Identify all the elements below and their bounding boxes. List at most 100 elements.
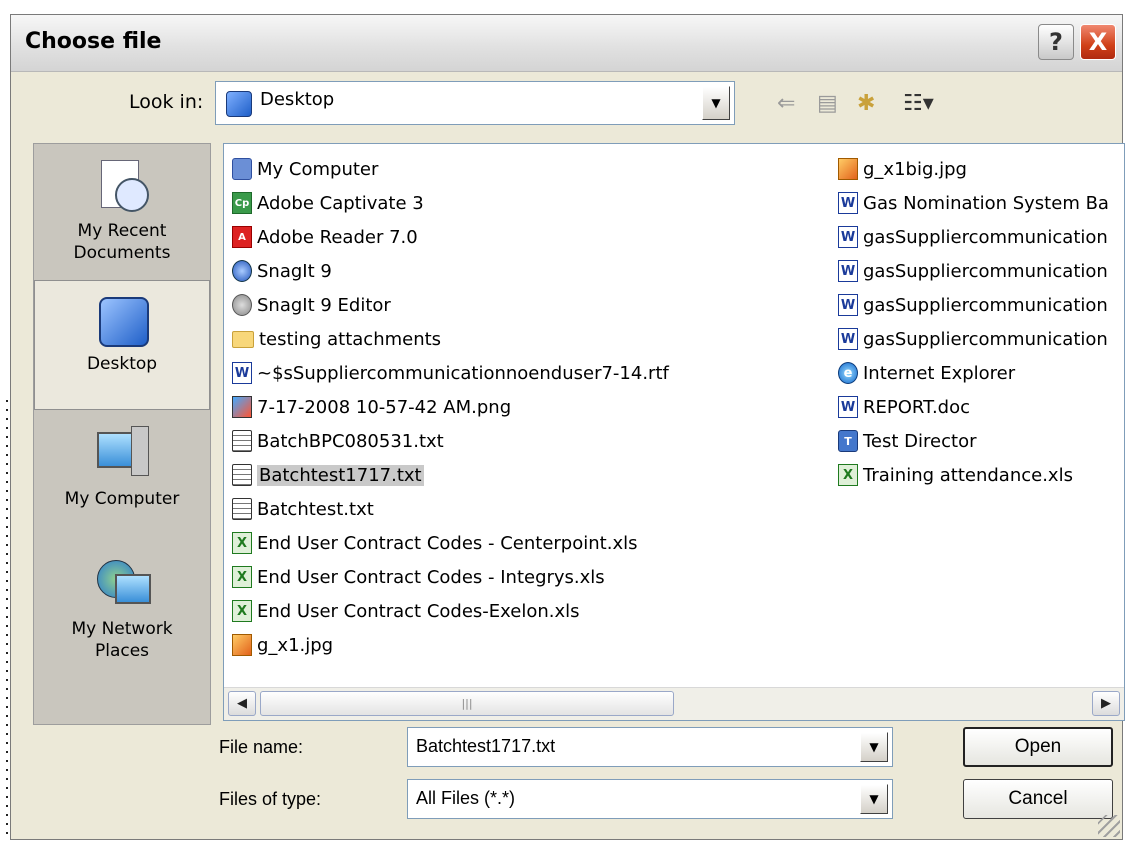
places-bar: My Recent Documents Desktop My Computer …: [33, 143, 211, 725]
file-name: BatchBPC080531.txt: [257, 430, 444, 452]
view-menu-icon[interactable]: ☷▾: [903, 91, 934, 116]
file-list-item[interactable]: Batchtest.txt: [232, 492, 669, 526]
file-name-label: File name:: [219, 737, 304, 757]
dialog-title: Choose file: [25, 29, 162, 54]
pdf-file-icon: A: [232, 226, 252, 248]
file-list-item[interactable]: SnagIt 9: [232, 254, 669, 288]
up-folder-icon[interactable]: ▤: [817, 91, 838, 116]
png-file-icon: [232, 396, 252, 418]
txt-file-icon: [232, 464, 252, 486]
word-file-icon: W: [838, 328, 858, 350]
files-of-type-value: All Files (*.*): [416, 788, 516, 808]
file-list-item[interactable]: g_x1big.jpg: [838, 152, 1109, 186]
look-in-dropdown-button[interactable]: ▼: [702, 86, 730, 120]
file-list-item[interactable]: g_x1.jpg: [232, 628, 669, 662]
place-my-computer[interactable]: My Computer: [34, 416, 210, 546]
desktop-icon: [226, 91, 252, 117]
arrow-left-icon: ◀: [237, 696, 247, 711]
file-list-item[interactable]: WgasSuppliercommunication: [838, 322, 1109, 356]
file-list-item[interactable]: 7-17-2008 10-57-42 AM.png: [232, 390, 669, 424]
xls-file-icon: X: [232, 566, 252, 588]
file-name: gasSuppliercommunication: [863, 328, 1108, 350]
file-name: SnagIt 9 Editor: [257, 294, 391, 316]
resize-grip-icon[interactable]: [1098, 815, 1120, 837]
file-list-item[interactable]: X End User Contract Codes-Exelon.xls: [232, 594, 669, 628]
look-in-label: Look in:: [129, 91, 204, 113]
file-list-item[interactable]: BatchBPC080531.txt: [232, 424, 669, 458]
file-name: 7-17-2008 10-57-42 AM.png: [257, 396, 512, 418]
network-places-icon: [93, 556, 151, 614]
comp-file-icon: [232, 158, 252, 180]
open-button[interactable]: Open: [963, 727, 1113, 767]
xls-file-icon: X: [232, 532, 252, 554]
close-button[interactable]: X: [1080, 24, 1116, 60]
file-list-item[interactable]: Cp Adobe Captivate 3: [232, 186, 669, 220]
file-name: Test Director: [863, 430, 977, 452]
help-button[interactable]: ?: [1038, 24, 1074, 60]
file-list-item[interactable]: A Adobe Reader 7.0: [232, 220, 669, 254]
place-desktop[interactable]: Desktop: [34, 280, 210, 410]
file-column-right: g_x1big.jpg W Gas Nomination System Ba Wgas…: [838, 152, 1109, 492]
file-list-item[interactable]: T Test Director: [838, 424, 1109, 458]
file-name: Internet Explorer: [863, 362, 1016, 384]
file-list-item[interactable]: WgasSuppliercommunication: [838, 254, 1109, 288]
recent-documents-icon: [93, 158, 151, 216]
file-name: g_x1.jpg: [257, 634, 334, 656]
file-name: End User Contract Codes - Integrys.xls: [257, 566, 605, 588]
file-list-item[interactable]: W ~$sSuppliercommunicationnoenduser7-14.r…: [232, 356, 669, 390]
img-file-icon: [838, 158, 858, 180]
file-name: Adobe Captivate 3: [257, 192, 424, 214]
file-list-item[interactable]: e Internet Explorer: [838, 356, 1109, 390]
new-folder-icon[interactable]: ✱: [857, 91, 875, 116]
file-list-item[interactable]: SnagIt 9 Editor: [232, 288, 669, 322]
word-file-icon: W: [232, 362, 252, 384]
file-list-item[interactable]: W REPORT.doc: [838, 390, 1109, 424]
file-name: gasSuppliercommunication: [863, 294, 1108, 316]
txt-file-icon: [232, 498, 252, 520]
file-list-item[interactable]: X Training attendance.xls: [838, 458, 1109, 492]
file-name-value: Batchtest1717.txt: [416, 736, 556, 756]
file-name: gasSuppliercommunication: [863, 260, 1108, 282]
place-network[interactable]: My Network Places: [34, 546, 210, 676]
scroll-right-button[interactable]: ▶: [1092, 691, 1120, 716]
title-bar: Choose file ? X: [11, 15, 1122, 72]
word-file-icon: W: [838, 192, 858, 214]
file-list-item[interactable]: X End User Contract Codes - Centerpoint.x…: [232, 526, 669, 560]
place-label: My Network: [71, 619, 173, 639]
file-list-item[interactable]: W Gas Nomination System Ba: [838, 186, 1109, 220]
file-name: g_x1big.jpg: [863, 158, 967, 180]
place-label: Places: [94, 641, 150, 661]
arrow-right-icon: ▶: [1101, 696, 1111, 711]
file-list-item[interactable]: WgasSuppliercommunication: [838, 220, 1109, 254]
file-name: SnagIt 9: [257, 260, 332, 282]
look-in-dropdown[interactable]: Desktop ▼: [215, 81, 735, 125]
files-of-type-dropdown[interactable]: All Files (*.*) ▼: [407, 779, 893, 819]
file-list[interactable]: My Computer Cp Adobe Captivate 3 A Adobe Rea…: [223, 143, 1125, 721]
file-name: End User Contract Codes - Centerpoint.xl…: [257, 532, 638, 554]
horizontal-scrollbar[interactable]: ◀ ||| ▶: [224, 687, 1124, 720]
img-file-icon: [232, 634, 252, 656]
snag2-file-icon: [232, 294, 252, 316]
back-icon[interactable]: ⇐: [777, 91, 795, 116]
file-list-item[interactable]: My Computer: [232, 152, 669, 186]
ie-file-icon: e: [838, 362, 858, 384]
file-name-input[interactable]: Batchtest1717.txt ▼: [407, 727, 893, 767]
file-list-item[interactable]: WgasSuppliercommunication: [838, 288, 1109, 322]
file-name: My Computer: [257, 158, 379, 180]
files-of-type-dropdown-button[interactable]: ▼: [860, 784, 888, 814]
file-name: Gas Nomination System Ba: [863, 192, 1109, 214]
file-list-item[interactable]: Batchtest1717.txt: [232, 458, 669, 492]
chevron-down-icon: ▼: [869, 792, 879, 806]
dotted-guide: [6, 400, 8, 840]
file-name: gasSuppliercommunication: [863, 226, 1108, 248]
file-list-item[interactable]: testing attachments: [232, 322, 669, 356]
scroll-left-button[interactable]: ◀: [228, 691, 256, 716]
file-list-item[interactable]: X End User Contract Codes - Integrys.xls: [232, 560, 669, 594]
file-name: Batchtest.txt: [257, 498, 374, 520]
file-name-dropdown-button[interactable]: ▼: [860, 732, 888, 762]
look-in-value: Desktop: [260, 89, 335, 110]
scroll-thumb[interactable]: |||: [260, 691, 674, 716]
file-name: testing attachments: [259, 328, 442, 350]
cancel-button[interactable]: Cancel: [963, 779, 1113, 819]
place-recent-documents[interactable]: My Recent Documents: [34, 148, 210, 278]
